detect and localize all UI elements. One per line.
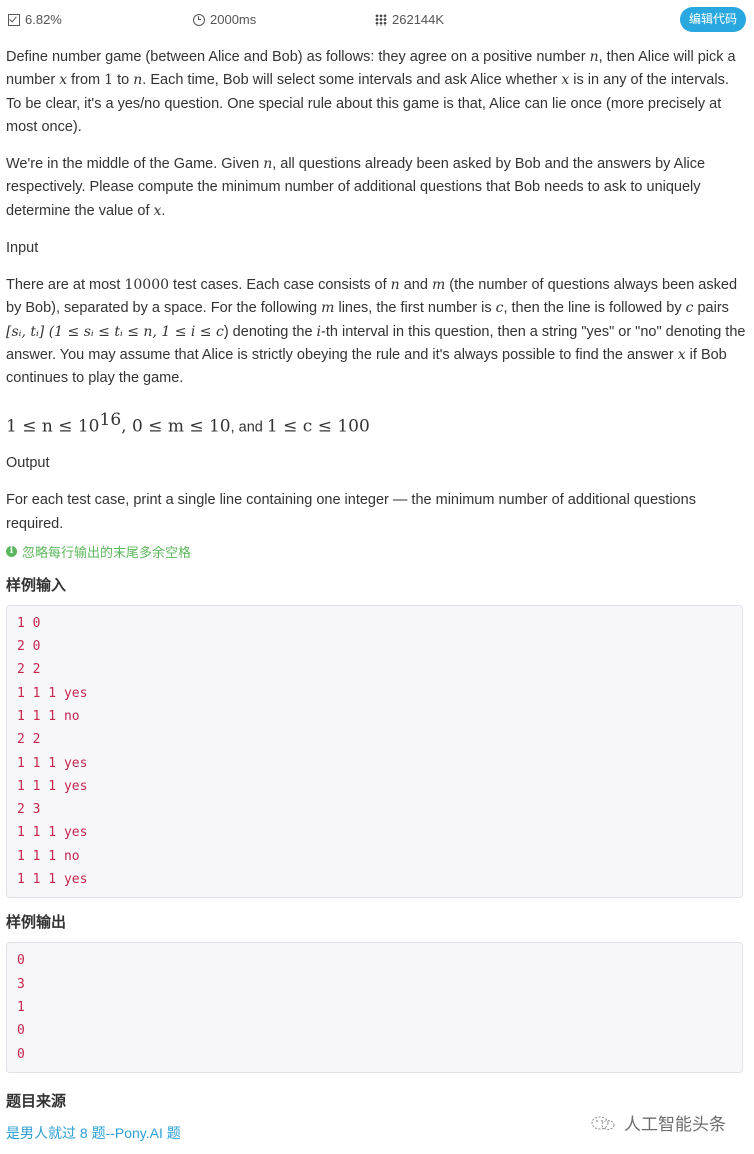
sample-input-block[interactable]: 1 0 2 0 2 2 1 1 1 yes 1 1 1 no 2 2 1 1 1… (6, 604, 743, 899)
memory-grid-icon (375, 13, 387, 26)
checkbox-icon (8, 13, 20, 26)
description-paragraph-2: We're in the middle of the Game. Given n… (6, 156, 706, 219)
time-limit-value: 2000ms (210, 12, 257, 27)
code-line: 2 2 (17, 732, 41, 748)
watermark: 人工智能头条 (590, 1110, 726, 1135)
code-line: 1 (17, 999, 25, 1015)
time-limit: 2000ms (193, 12, 256, 27)
sample-output-title: 样例输出 (6, 914, 67, 932)
source-title: 题目来源 (6, 1093, 67, 1110)
description-paragraph-1: Define number game (between Alice and Bo… (6, 49, 736, 135)
code-line: 2 2 (17, 662, 41, 678)
trailing-space-note: i 忽略每行输出的末尾多余空格 (6, 542, 746, 561)
code-line: 1 1 1 no (17, 709, 80, 724)
code-line: 3 (17, 976, 25, 992)
input-heading: Input (6, 240, 39, 257)
constraints: 1 ≤ n ≤ 1016, 0 ≤ m ≤ 10, and 1 ≤ c ≤ 10… (6, 409, 370, 437)
problem-content: Define number game (between Alice and Bo… (6, 46, 746, 1073)
clock-icon (193, 13, 205, 26)
source-link[interactable]: 是男人就过 8 题--Pony.AI 题 (6, 1123, 181, 1143)
code-line: 2 0 (17, 639, 41, 655)
output-description: For each test case, print a single line … (6, 492, 696, 532)
code-line: 1 1 1 yes (17, 685, 88, 701)
output-heading: Output (6, 455, 50, 472)
input-description: There are at most 10000 test cases. Each… (6, 277, 746, 387)
sample-input-title: 样例输入 (6, 576, 67, 594)
memory-limit: 262144K (375, 12, 444, 27)
acceptance-value: 6.82% (25, 12, 62, 27)
note-text: 忽略每行输出的末尾多余空格 (22, 544, 192, 560)
code-line: 1 1 1 no (17, 848, 80, 864)
problem-stats-bar: 6.82% 2000ms 262144K 编辑代码 (0, 0, 754, 40)
watermark-text: 人工智能头条 (624, 1115, 726, 1134)
code-line: 0 (17, 1046, 25, 1062)
code-line: 1 1 1 yes (17, 872, 88, 888)
info-icon: i (6, 545, 17, 557)
wechat-logo-icon (591, 1116, 615, 1130)
code-line: 1 1 1 yes (17, 825, 88, 841)
code-line: 2 3 (17, 802, 41, 818)
code-line: 0 (17, 953, 25, 969)
code-line: 1 1 1 yes (17, 755, 88, 771)
edit-code-button[interactable]: 编辑代码 (680, 7, 746, 32)
memory-limit-value: 262144K (392, 12, 445, 27)
code-line: 0 (17, 1023, 25, 1039)
sample-output-block[interactable]: 0 3 1 0 0 (6, 942, 743, 1073)
acceptance-rate: 6.82% (8, 12, 62, 27)
code-line: 1 1 1 yes (17, 778, 88, 794)
code-line: 1 0 (17, 615, 41, 631)
